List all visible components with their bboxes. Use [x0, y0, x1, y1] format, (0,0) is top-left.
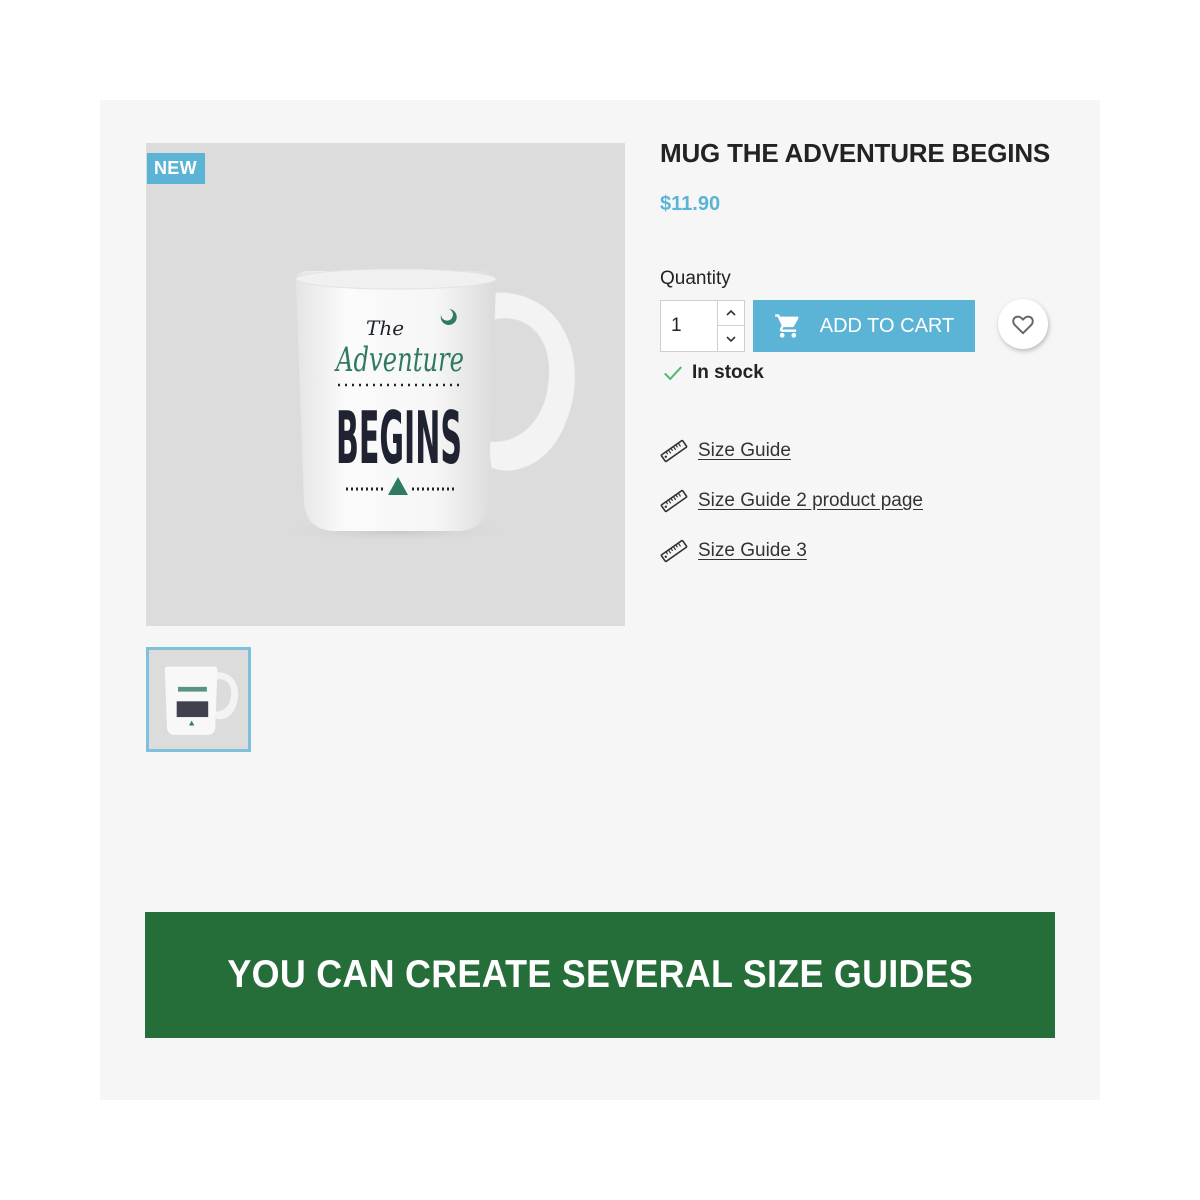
mug-print-begins: BEGINS: [336, 396, 462, 480]
promo-banner-text: YOU CAN CREATE SEVERAL SIZE GUIDES: [227, 953, 973, 996]
quantity-label: Quantity: [660, 268, 731, 289]
ruler-icon: [660, 539, 688, 563]
mug-image: The Adventure BEGINS: [266, 268, 576, 543]
chevron-up-icon: [726, 309, 736, 316]
promo-banner: YOU CAN CREATE SEVERAL SIZE GUIDES: [145, 912, 1055, 1038]
check-icon: [664, 366, 682, 381]
quantity-increment-button[interactable]: [718, 301, 744, 326]
mug-print-adventure: Adventure: [334, 340, 464, 380]
product-page: NEW The Adventure BEGINS MUG THE ADVENTU…: [100, 100, 1100, 1100]
size-guide-link-3[interactable]: Size Guide 3: [698, 540, 807, 562]
size-guide-item: Size Guide 2 product page: [660, 476, 923, 526]
add-to-cart-button[interactable]: ADD TO CART: [753, 300, 975, 352]
size-guide-link-2[interactable]: Size Guide 2 product page: [698, 490, 923, 512]
stock-status-text: In stock: [692, 362, 764, 383]
shopping-cart-icon: [774, 314, 799, 338]
quantity-decrement-button[interactable]: [718, 326, 744, 351]
add-to-cart-label: ADD TO CART: [819, 314, 955, 337]
quantity-input[interactable]: [661, 301, 717, 351]
product-price: $11.90: [660, 193, 721, 215]
ruler-icon: [660, 439, 688, 463]
product-thumbnail[interactable]: [146, 647, 251, 752]
quantity-stepper: [660, 300, 745, 352]
thumbnail-mug-image: [164, 666, 239, 735]
size-guide-list: Size Guide Size Guide 2 product page Siz…: [660, 426, 923, 576]
ruler-icon: [660, 489, 688, 513]
quantity-spinner: [717, 301, 744, 351]
size-guide-item: Size Guide: [660, 426, 923, 476]
product-info: MUG THE ADVENTURE BEGINS $11.90 Quantity…: [660, 138, 1080, 563]
product-title: MUG THE ADVENTURE BEGINS: [660, 138, 1051, 168]
wishlist-button[interactable]: [998, 299, 1048, 349]
stock-status: In stock: [662, 362, 764, 384]
product-main-image[interactable]: NEW The Adventure BEGINS: [146, 143, 625, 626]
heart-icon: [1012, 315, 1034, 335]
size-guide-link-1[interactable]: Size Guide: [698, 440, 791, 462]
new-badge: NEW: [147, 153, 205, 184]
chevron-down-icon: [726, 335, 736, 342]
size-guide-item: Size Guide 3: [660, 526, 923, 576]
mug-print-the: The: [366, 316, 404, 340]
